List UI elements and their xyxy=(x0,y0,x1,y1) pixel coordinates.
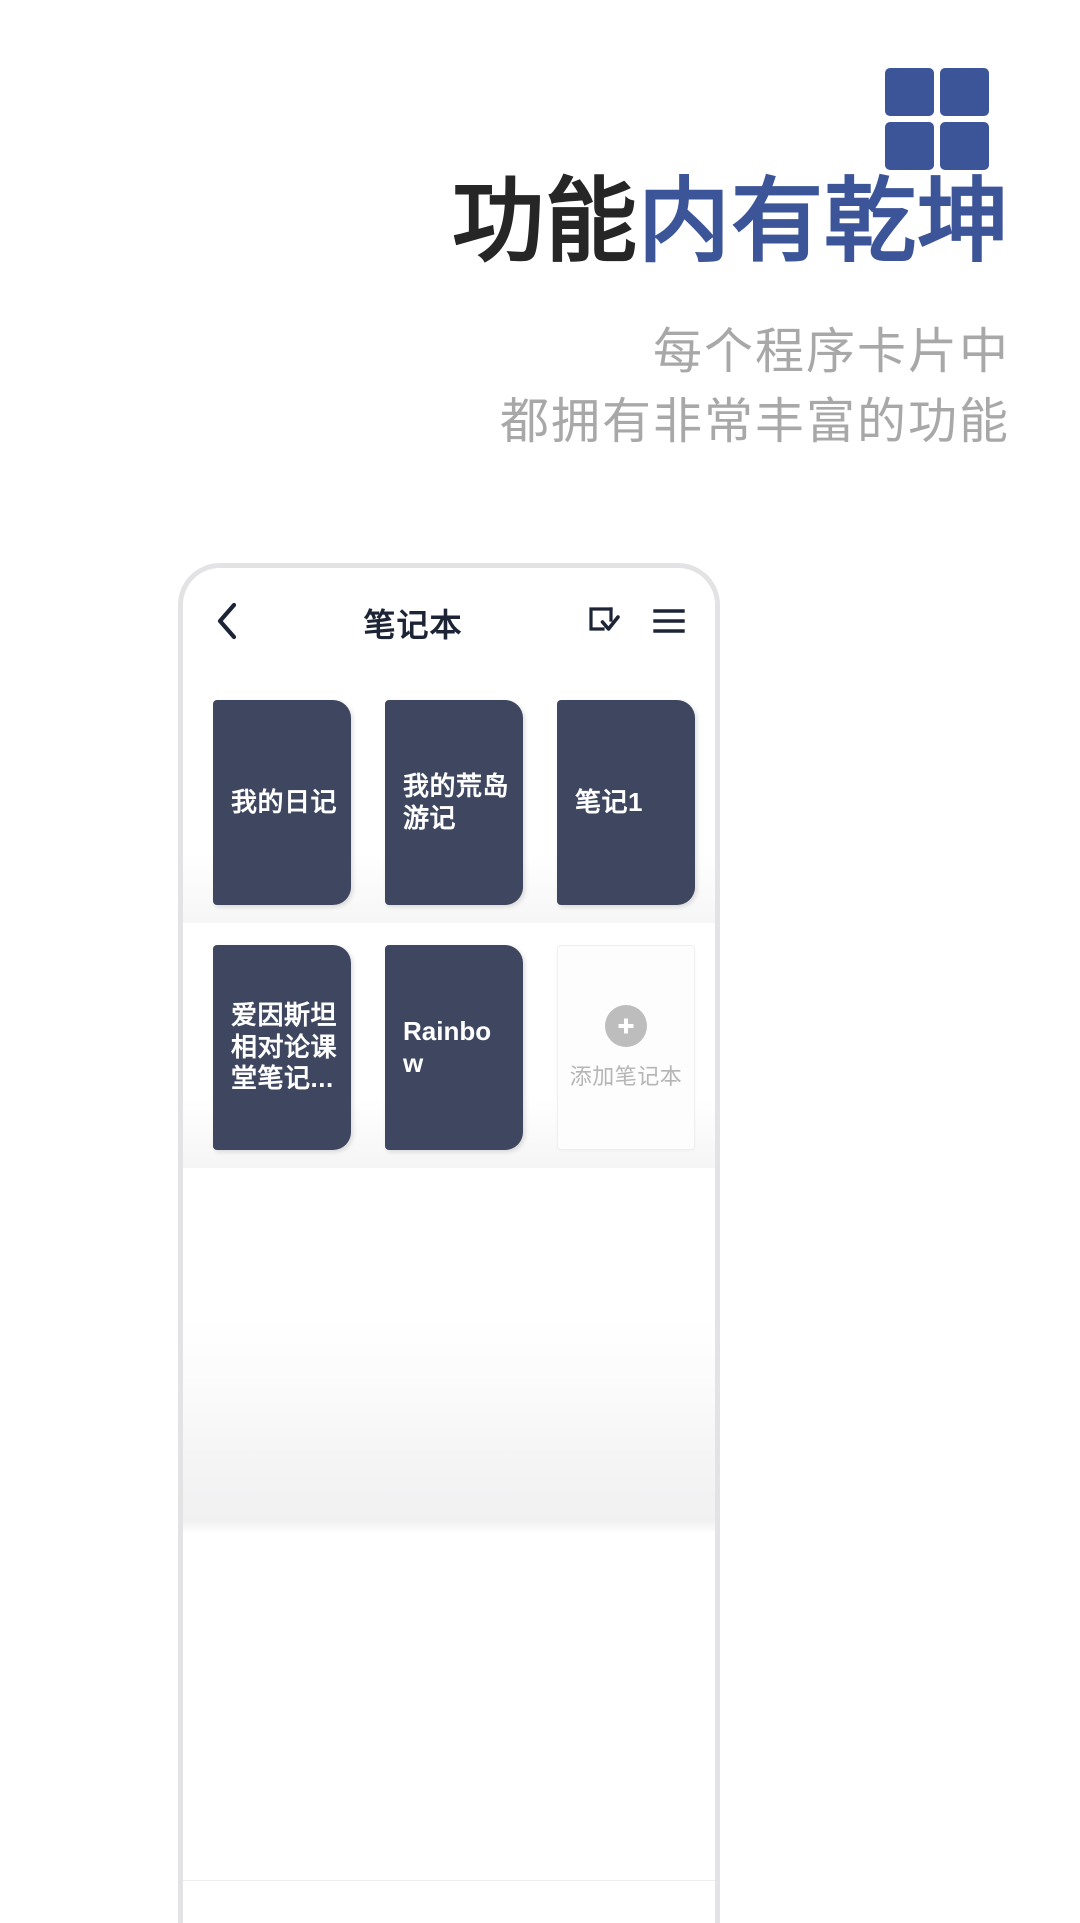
headline-accent-part: 内有乾坤 xyxy=(637,171,1010,273)
plus-circle-icon xyxy=(605,1004,647,1047)
app-bar: 笔记本 xyxy=(183,568,715,678)
logo-square-top-right xyxy=(940,68,989,116)
logo-square-bottom-right xyxy=(940,122,989,170)
notebook-card[interactable]: 我的日记 xyxy=(213,700,351,905)
page-headline: 功能内有乾坤 xyxy=(452,176,1010,268)
app-title: 笔记本 xyxy=(363,607,463,643)
notebook-grid: 我的日记 我的荒岛游记 笔记1 爱因斯坦相对论课堂笔记... Rainbow 添… xyxy=(183,678,715,1168)
subtitle-line-2: 都拥有非常丰富的功能 xyxy=(499,394,1010,449)
phone-mockup: 笔记本 我的日记 我的荒岛游记 笔记1 爱因斯坦相对论课堂笔记... Rainb… xyxy=(178,563,720,1923)
notebook-card[interactable]: 我的荒岛游记 xyxy=(385,700,523,905)
logo-square-top-left xyxy=(885,68,934,116)
select-check-icon xyxy=(585,603,621,644)
hamburger-menu-icon xyxy=(652,606,686,641)
notebook-title: 我的荒岛游记 xyxy=(403,770,510,833)
notebook-row: 我的日记 我的荒岛游记 笔记1 xyxy=(183,678,715,923)
add-notebook-label: 添加笔记本 xyxy=(569,1063,683,1089)
select-notes-button[interactable] xyxy=(583,603,623,643)
notebook-title: Rainbow xyxy=(403,1015,492,1078)
app-bar-actions xyxy=(583,603,689,643)
notebook-card[interactable]: 笔记1 xyxy=(557,700,695,905)
add-notebook-card[interactable]: 添加笔记本 xyxy=(557,945,695,1150)
notebook-row: 爱因斯坦相对论课堂笔记... Rainbow 添加笔记本 xyxy=(183,923,715,1168)
logo-square-bottom-left xyxy=(885,122,934,170)
brand-logo xyxy=(885,68,989,170)
chevron-left-icon xyxy=(214,601,240,646)
content-divider xyxy=(183,1880,715,1881)
phone-screen: 笔记本 我的日记 我的荒岛游记 笔记1 爱因斯坦相对论课堂笔记... Rainb… xyxy=(183,568,715,1923)
page-subtitle: 每个程序卡片中 都拥有非常丰富的功能 xyxy=(500,318,1010,457)
headline-dark-part: 功能 xyxy=(451,171,638,273)
notebook-title: 笔记1 xyxy=(575,786,643,817)
notebook-title: 爱因斯坦相对论课堂笔记... xyxy=(231,999,338,1094)
notebook-card[interactable]: 爱因斯坦相对论课堂笔记... xyxy=(213,945,351,1150)
phone-empty-area xyxy=(183,1168,715,1788)
menu-button[interactable] xyxy=(649,603,689,643)
notebook-title: 我的日记 xyxy=(231,786,338,817)
subtitle-line-1: 每个程序卡片中 xyxy=(652,325,1010,379)
notebook-card[interactable]: Rainbow xyxy=(385,945,523,1150)
